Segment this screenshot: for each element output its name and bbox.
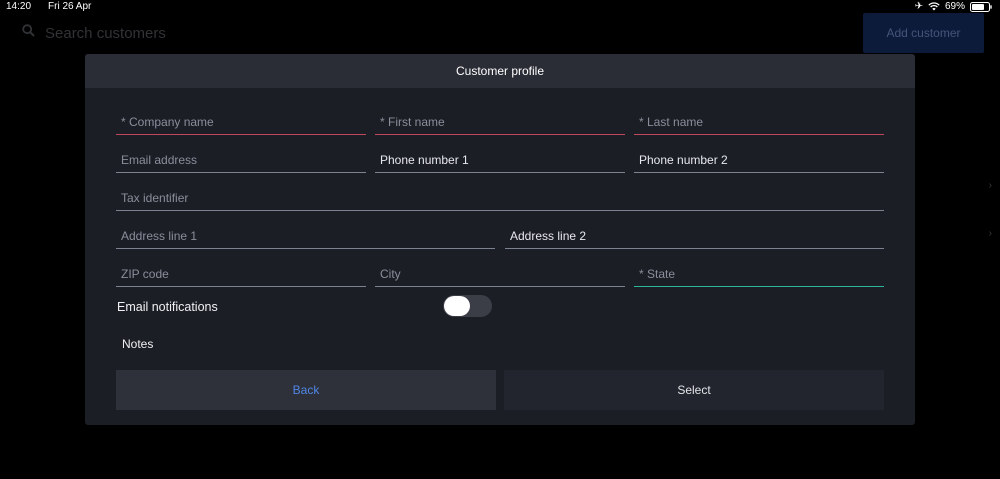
phone-number-2-label: Phone number 2 — [639, 153, 728, 167]
city-placeholder: City — [380, 267, 401, 281]
background-edge-mark: › — [988, 180, 992, 191]
modal-title: Customer profile — [455, 64, 545, 78]
battery-icon — [970, 1, 992, 12]
status-icons: ✈ 69% — [915, 1, 992, 12]
modal-header: Customer profile — [85, 54, 915, 88]
first-name-placeholder: * First name — [380, 115, 445, 129]
phone-number-1-label: Phone number 1 — [380, 153, 469, 167]
address-line-1-placeholder: Address line 1 — [121, 229, 198, 243]
email-placeholder: Email address — [121, 153, 198, 167]
battery-percent: 69% — [944, 1, 965, 12]
phone-number-2-field[interactable]: Phone number 2 — [634, 147, 884, 173]
city-field[interactable]: City — [375, 261, 625, 287]
phone-number-1-field[interactable]: Phone number 1 — [375, 147, 625, 173]
status-date: Fri 26 Apr — [48, 1, 92, 12]
search-icon — [22, 24, 35, 42]
address-line-2-field[interactable]: Address line 2 — [505, 223, 884, 249]
last-name-placeholder: * Last name — [639, 115, 704, 129]
airplane-icon: ✈ — [914, 0, 923, 12]
toggle-knob — [444, 296, 470, 316]
select-button[interactable]: Select — [504, 370, 884, 410]
email-field[interactable]: Email address — [116, 147, 366, 173]
last-name-field[interactable]: * Last name — [634, 109, 884, 135]
back-button[interactable]: Back — [116, 370, 496, 410]
add-customer-button: Add customer — [863, 13, 984, 53]
search-placeholder: Search customers — [45, 24, 166, 42]
email-notifications-toggle[interactable] — [443, 295, 492, 317]
status-bar: 14:20 Fri 26 Apr ✈ 69% — [0, 0, 1000, 13]
tax-identifier-field[interactable]: Tax identifier — [116, 185, 884, 211]
background-edge-mark: › — [988, 228, 992, 239]
background-search-bar: Search customers — [22, 22, 422, 44]
email-notifications-label: Email notifications — [117, 300, 218, 314]
customer-profile-modal: Customer profile * Company name * First … — [85, 54, 915, 425]
state-field[interactable]: * State — [634, 261, 884, 287]
address-line-1-field[interactable]: Address line 1 — [116, 223, 495, 249]
status-time: 14:20 — [6, 1, 32, 12]
address-line-2-label: Address line 2 — [510, 229, 587, 243]
zip-code-field[interactable]: ZIP code — [116, 261, 366, 287]
wifi-icon — [928, 2, 940, 11]
company-name-field[interactable]: * Company name — [116, 109, 366, 135]
zip-code-placeholder: ZIP code — [121, 267, 169, 281]
company-name-placeholder: * Company name — [121, 115, 214, 129]
state-placeholder: * State — [639, 267, 676, 281]
first-name-field[interactable]: * First name — [375, 109, 625, 135]
tax-identifier-placeholder: Tax identifier — [121, 191, 189, 205]
notes-label[interactable]: Notes — [122, 337, 153, 351]
